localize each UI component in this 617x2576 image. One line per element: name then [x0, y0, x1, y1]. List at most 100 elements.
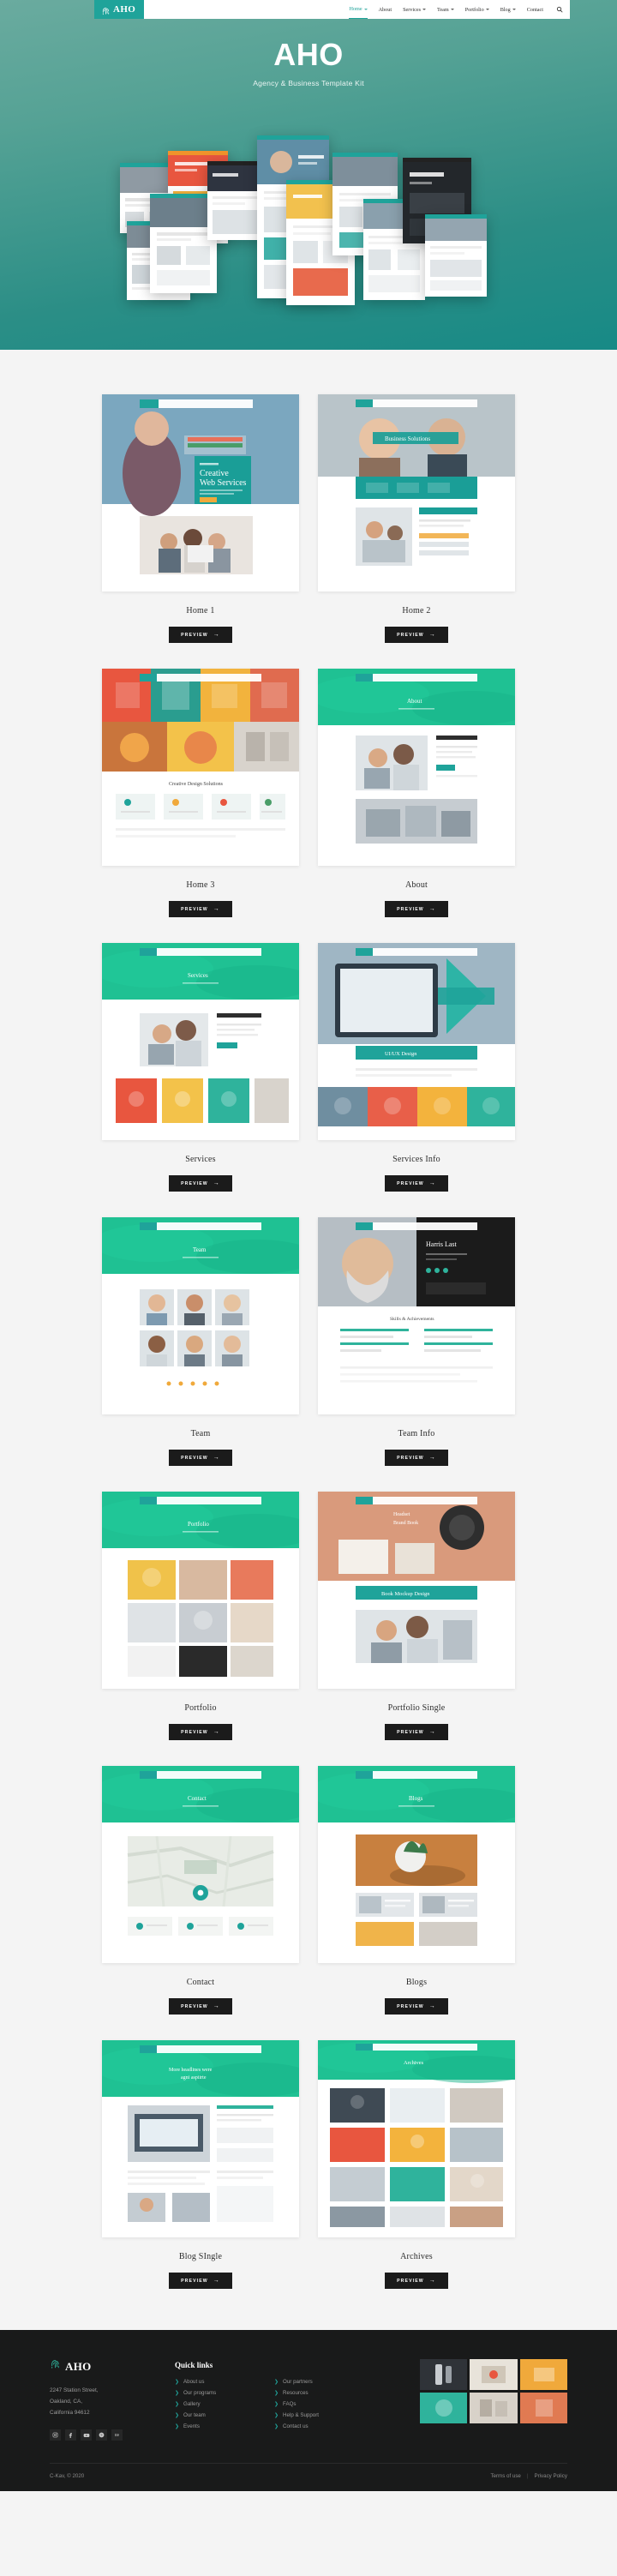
gallery-thumb[interactable]: [420, 2393, 468, 2423]
brand-name: AHO: [113, 4, 136, 15]
demo-row: Creative Design Solutions Home 3 PREVIEW…: [0, 669, 617, 917]
nav-item-services[interactable]: Services: [403, 0, 427, 19]
demo-thumbnail[interactable]: More headlines were agni aspiirte: [102, 2040, 299, 2237]
footer-link-label: Contact us: [283, 2423, 308, 2429]
preview-button[interactable]: PREVIEW →: [385, 1998, 448, 2015]
demo-thumbnail[interactable]: Harris Last Skills & Achievements: [318, 1217, 515, 1414]
footer-link-label: Help & Support: [283, 2412, 319, 2418]
demo-card-title: Home 3: [186, 880, 215, 890]
search-icon[interactable]: [554, 6, 563, 13]
nav-bar-inner: AHO Home About Services Team Portfolio B…: [94, 0, 570, 19]
facebook-icon[interactable]: [65, 2429, 76, 2441]
demo-grid: Creative Web Services Home 1 PREVIEW → B…: [0, 350, 617, 2330]
chevron-right-icon: ❯: [274, 2390, 279, 2396]
demo-thumbnail[interactable]: Blogs: [318, 1766, 515, 1963]
nav-item-services-label: Services: [403, 6, 422, 13]
footer-logo[interactable]: AHO: [50, 2359, 153, 2375]
preview-label: PREVIEW: [181, 1729, 208, 1735]
svg-text:agni aspiirte: agni aspiirte: [181, 2075, 207, 2081]
demo-card-about: About About PREVIEW →: [318, 669, 515, 917]
gallery-thumb[interactable]: [470, 2359, 518, 2390]
nav-menu: Home About Services Team Portfolio Blog …: [144, 0, 570, 19]
svg-text:Headset: Headset: [393, 1512, 410, 1517]
gallery-thumb[interactable]: [519, 2359, 567, 2390]
footer-link-faqs[interactable]: ❯ FAQs: [274, 2401, 350, 2407]
nav-item-blog[interactable]: Blog: [500, 0, 516, 19]
demo-thumbnail[interactable]: Services: [102, 943, 299, 1140]
svg-text:Creative Design Solutions: Creative Design Solutions: [169, 782, 224, 787]
footer-links-col-1: ❯ About us ❯ Our programs ❯ Gallery ❯ Ou…: [175, 2379, 250, 2429]
preview-button[interactable]: PREVIEW →: [169, 901, 232, 917]
demo-thumbnail[interactable]: Business Solutions: [318, 394, 515, 591]
preview-button[interactable]: PREVIEW →: [169, 1998, 232, 2015]
footer-link-label: Our programs: [183, 2390, 217, 2396]
brand-logo[interactable]: AHO: [94, 0, 145, 19]
footer-link-about-us[interactable]: ❯ About us: [175, 2379, 250, 2385]
svg-text:More headlines were: More headlines were: [169, 2068, 213, 2073]
terms-of-use-link[interactable]: Terms of use: [490, 2473, 520, 2479]
preview-label: PREVIEW: [181, 1455, 208, 1461]
footer-link-our-team[interactable]: ❯ Our team: [175, 2412, 250, 2418]
arrow-right-icon: →: [213, 1729, 220, 1735]
demo-thumbnail[interactable]: Creative Web Services: [102, 394, 299, 591]
svg-text:Portfolio: Portfolio: [188, 1521, 209, 1528]
youtube-icon[interactable]: [81, 2429, 92, 2441]
nav-item-contact[interactable]: Contact: [527, 0, 543, 19]
footer-bottom-bar: C-Kav, © 2020 Terms of use | Privacy Pol…: [50, 2463, 567, 2491]
privacy-policy-link[interactable]: Privacy Policy: [534, 2473, 567, 2479]
gallery-thumb[interactable]: [519, 2393, 567, 2423]
skype-icon[interactable]: S: [96, 2429, 107, 2441]
svg-text:Brand Book: Brand Book: [393, 1521, 418, 1526]
main-navigation: AHO Home About Services Team Portfolio B…: [0, 0, 570, 19]
preview-button-wrap: PREVIEW →: [318, 1450, 515, 1466]
preview-label: PREVIEW: [397, 906, 424, 912]
legal-links: Terms of use | Privacy Policy: [490, 2473, 567, 2479]
nav-item-team[interactable]: Team: [437, 0, 454, 19]
collage-sheet: [207, 161, 264, 240]
preview-button[interactable]: PREVIEW →: [169, 1450, 232, 1466]
footer-link-events[interactable]: ❯ Events: [175, 2423, 250, 2429]
footer-link-our-programs[interactable]: ❯ Our programs: [175, 2390, 250, 2396]
demo-card-archives: Archives Archives PREVIEW →: [318, 2040, 515, 2289]
gallery-thumb[interactable]: [420, 2359, 468, 2390]
demo-thumbnail[interactable]: Team: [102, 1217, 299, 1414]
nav-item-home[interactable]: Home: [349, 0, 368, 19]
preview-button[interactable]: PREVIEW →: [385, 1724, 448, 1740]
footer-link-contact-us[interactable]: ❯ Contact us: [274, 2423, 350, 2429]
preview-button[interactable]: PREVIEW →: [169, 627, 232, 643]
preview-button[interactable]: PREVIEW →: [385, 1450, 448, 1466]
preview-button[interactable]: PREVIEW →: [169, 1175, 232, 1192]
demo-card-title: Team Info: [398, 1429, 435, 1438]
demo-thumbnail[interactable]: About: [318, 669, 515, 866]
demo-thumbnail[interactable]: Creative Design Solutions: [102, 669, 299, 866]
demo-thumbnail[interactable]: UI/UX Design: [318, 943, 515, 1140]
preview-button[interactable]: PREVIEW →: [385, 2273, 448, 2289]
demo-thumbnail[interactable]: Archives: [318, 2040, 515, 2237]
preview-button[interactable]: PREVIEW →: [169, 2273, 232, 2289]
demo-row: Portfolio Portfolio PREVIEW → Headset Br…: [0, 1492, 617, 1740]
instagram-icon[interactable]: [50, 2429, 61, 2441]
arrow-right-icon: →: [213, 632, 220, 638]
footer-link-help-support[interactable]: ❯ Help & Support: [274, 2412, 350, 2418]
footer-link-resources[interactable]: ❯ Resources: [274, 2390, 350, 2396]
page-title: AHO: [273, 37, 344, 72]
demo-card-title: Team: [190, 1429, 211, 1438]
footer-link-our-partners[interactable]: ❯ Our partners: [274, 2379, 350, 2385]
demo-thumbnail[interactable]: Headset Brand Book Book Mockup Design: [318, 1492, 515, 1689]
demo-card-title: Contact: [186, 1978, 215, 1987]
svg-text:Creative: Creative: [200, 469, 229, 478]
preview-button[interactable]: PREVIEW →: [385, 1175, 448, 1192]
behance-icon[interactable]: Bē: [111, 2429, 123, 2441]
nav-item-about[interactable]: About: [379, 0, 392, 19]
demo-thumbnail[interactable]: Contact: [102, 1766, 299, 1963]
demo-thumbnail[interactable]: Portfolio: [102, 1492, 299, 1689]
preview-label: PREVIEW: [181, 1180, 208, 1186]
footer-link-gallery[interactable]: ❯ Gallery: [175, 2401, 250, 2407]
svg-text:Bē: Bē: [115, 2433, 120, 2437]
nav-item-portfolio[interactable]: Portfolio: [465, 0, 489, 19]
demo-card-team-info: Harris Last Skills & Achievements Team I…: [318, 1217, 515, 1466]
gallery-thumb[interactable]: [470, 2393, 518, 2423]
preview-button[interactable]: PREVIEW →: [385, 901, 448, 917]
preview-button[interactable]: PREVIEW →: [169, 1724, 232, 1740]
preview-button[interactable]: PREVIEW →: [385, 627, 448, 643]
